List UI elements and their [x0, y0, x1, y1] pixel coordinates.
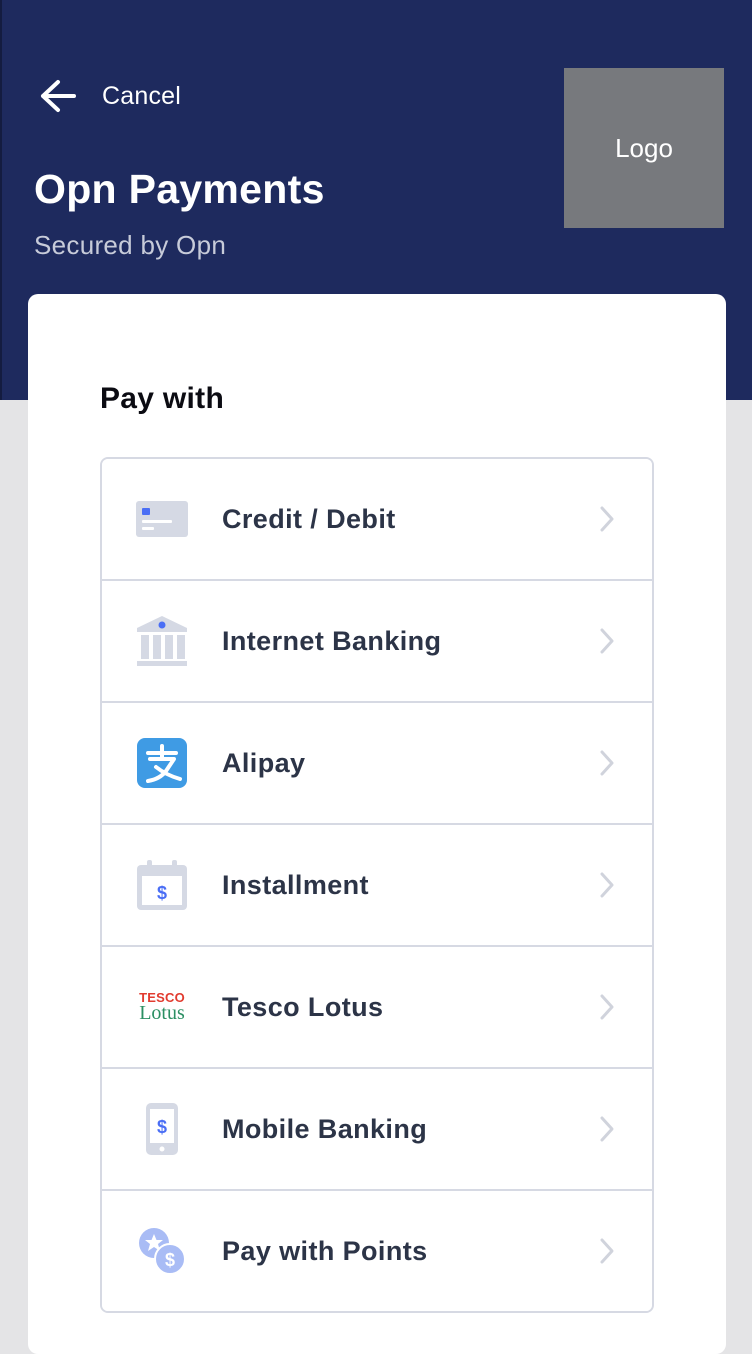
method-label: Pay with Points — [222, 1235, 428, 1266]
payment-card: Pay with Credit / Debit Internet Banking… — [28, 294, 726, 1354]
method-alipay[interactable]: Alipay — [102, 703, 652, 825]
secured-by-text: Secured by Opn — [34, 230, 227, 260]
svg-text:$: $ — [157, 1117, 167, 1137]
method-label: Mobile Banking — [222, 1113, 428, 1144]
method-internet-banking[interactable]: Internet Banking — [102, 581, 652, 703]
alipay-icon — [134, 735, 190, 791]
installment-calendar-icon: $ — [134, 857, 190, 913]
method-mobile-banking[interactable]: $ Mobile Banking — [102, 1069, 652, 1191]
method-credit-debit[interactable]: Credit / Debit — [102, 459, 652, 581]
chevron-right-icon — [600, 994, 614, 1020]
chevron-right-icon — [600, 872, 614, 898]
chevron-right-icon — [600, 1116, 614, 1142]
method-label: Credit / Debit — [222, 503, 396, 534]
svg-text:$: $ — [165, 1250, 175, 1270]
pay-with-heading: Pay with — [100, 382, 225, 415]
merchant-logo: Logo — [564, 68, 724, 228]
chevron-right-icon — [600, 628, 614, 654]
chevron-right-icon — [600, 506, 614, 532]
lotus-logo-text: Lotus — [139, 1002, 185, 1024]
chevron-right-icon — [600, 750, 614, 776]
method-pay-with-points[interactable]: $ Pay with Points — [102, 1191, 652, 1311]
bank-icon — [134, 613, 190, 669]
payment-methods-list: Credit / Debit Internet Banking Alipay $… — [100, 457, 654, 1313]
method-label: Internet Banking — [222, 625, 442, 656]
tesco-lotus-logo: TESCO Lotus — [134, 979, 190, 1035]
svg-text:$: $ — [157, 883, 167, 903]
chevron-right-icon — [600, 1238, 614, 1264]
method-installment[interactable]: $ Installment — [102, 825, 652, 947]
method-label: Tesco Lotus — [222, 991, 384, 1022]
method-label: Installment — [222, 869, 369, 900]
credit-card-icon — [134, 491, 190, 547]
method-tesco-lotus[interactable]: TESCO Lotus Tesco Lotus — [102, 947, 652, 1069]
cancel-label[interactable]: Cancel — [102, 82, 181, 111]
back-arrow-icon[interactable] — [38, 78, 78, 114]
mobile-banking-icon: $ — [134, 1101, 190, 1157]
merchant-name: Opn Payments — [34, 166, 325, 212]
method-label: Alipay — [222, 747, 306, 778]
cancel-button[interactable]: Cancel — [38, 78, 181, 114]
logo-placeholder-text: Logo — [615, 132, 673, 163]
points-coins-icon: $ — [134, 1223, 190, 1279]
